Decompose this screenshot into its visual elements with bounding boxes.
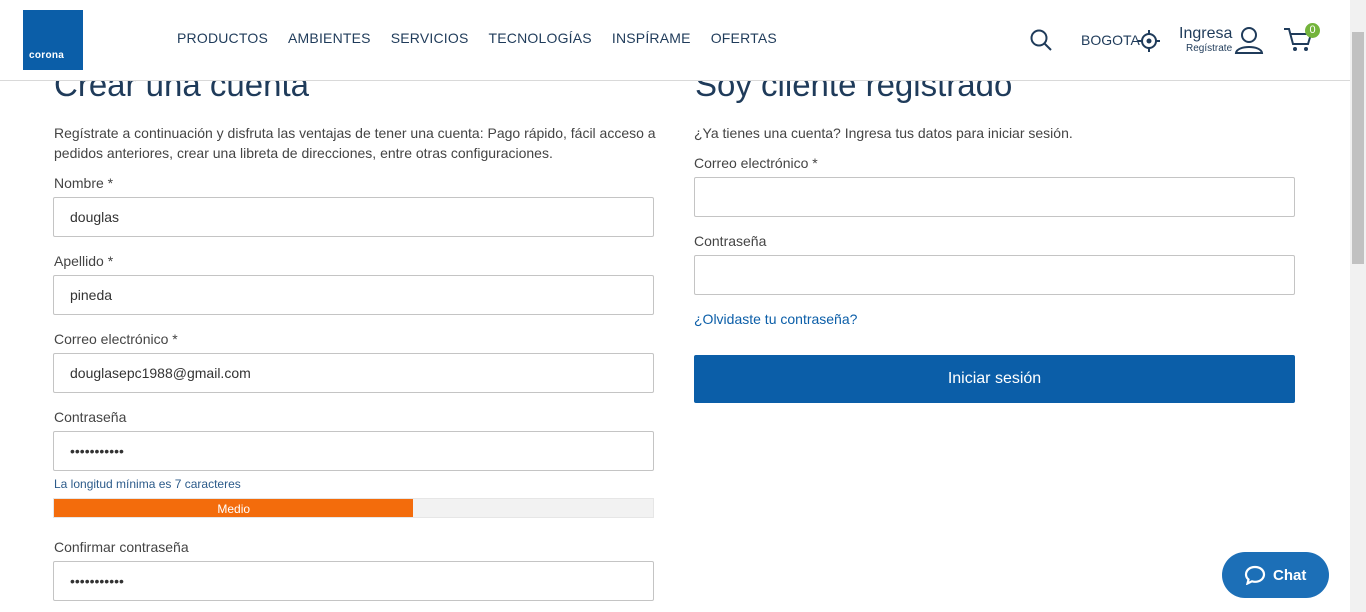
email-field[interactable] — [53, 353, 654, 393]
nav-ofertas[interactable]: OFERTAS — [711, 30, 777, 46]
corona-logo[interactable]: corona — [23, 10, 83, 70]
create-account-description: Regístrate a continuación y disfruta las… — [54, 125, 656, 161]
last-name-field[interactable] — [53, 275, 654, 315]
password-strength-meter: Medio — [53, 498, 654, 518]
nav-inspirame[interactable]: INSPÍRAME — [612, 30, 691, 46]
password-field[interactable]: ••••••••••• — [53, 431, 654, 471]
logo-text: corona — [29, 50, 65, 61]
search-icon[interactable] — [1029, 28, 1053, 52]
page-scrollbar-thumb[interactable] — [1352, 32, 1364, 264]
first-name-label: Nombre * — [54, 175, 114, 191]
chat-button[interactable]: Chat — [1222, 552, 1329, 598]
cart-count-badge: 0 — [1305, 23, 1320, 38]
chat-label: Chat — [1273, 567, 1307, 584]
site-header: corona PRODUCTOS AMBIENTES SERVICIOS TEC… — [0, 0, 1350, 81]
login-email-field[interactable] — [694, 177, 1295, 217]
chat-bubble-icon — [1244, 565, 1266, 585]
confirm-password-label: Confirmar contraseña — [54, 539, 189, 555]
city-selector[interactable]: BOGOTA — [1081, 32, 1140, 48]
nav-productos[interactable]: PRODUCTOS — [177, 30, 268, 46]
password-hint: La longitud mínima es 7 caracteres — [54, 477, 241, 491]
location-target-icon[interactable] — [1138, 30, 1160, 52]
forgot-password-link[interactable]: ¿Olvidaste tu contraseña? — [694, 311, 857, 327]
nav-ambientes[interactable]: AMBIENTES — [288, 30, 371, 46]
nav-tecnologias[interactable]: TECNOLOGÍAS — [489, 30, 592, 46]
login-link[interactable]: Ingresa — [1179, 25, 1232, 43]
register-link[interactable]: Regístrate — [1186, 43, 1232, 54]
nav-servicios[interactable]: SERVICIOS — [391, 30, 469, 46]
login-description: ¿Ya tienes una cuenta? Ingresa tus datos… — [694, 125, 1073, 141]
email-label: Correo electrónico * — [54, 331, 178, 347]
confirm-password-field[interactable]: ••••••••••• — [53, 561, 654, 601]
main-nav: PRODUCTOS AMBIENTES SERVICIOS TECNOLOGÍA… — [177, 30, 797, 46]
login-email-label: Correo electrónico * — [694, 155, 818, 171]
user-icon[interactable] — [1234, 26, 1264, 54]
first-name-field[interactable] — [53, 197, 654, 237]
login-button[interactable]: Iniciar sesión — [694, 355, 1295, 403]
last-name-label: Apellido * — [54, 253, 114, 269]
login-password-label: Contraseña — [694, 233, 767, 249]
password-label: Contraseña — [54, 409, 127, 425]
password-strength-fill: Medio — [54, 499, 414, 517]
login-password-field[interactable] — [694, 255, 1295, 295]
